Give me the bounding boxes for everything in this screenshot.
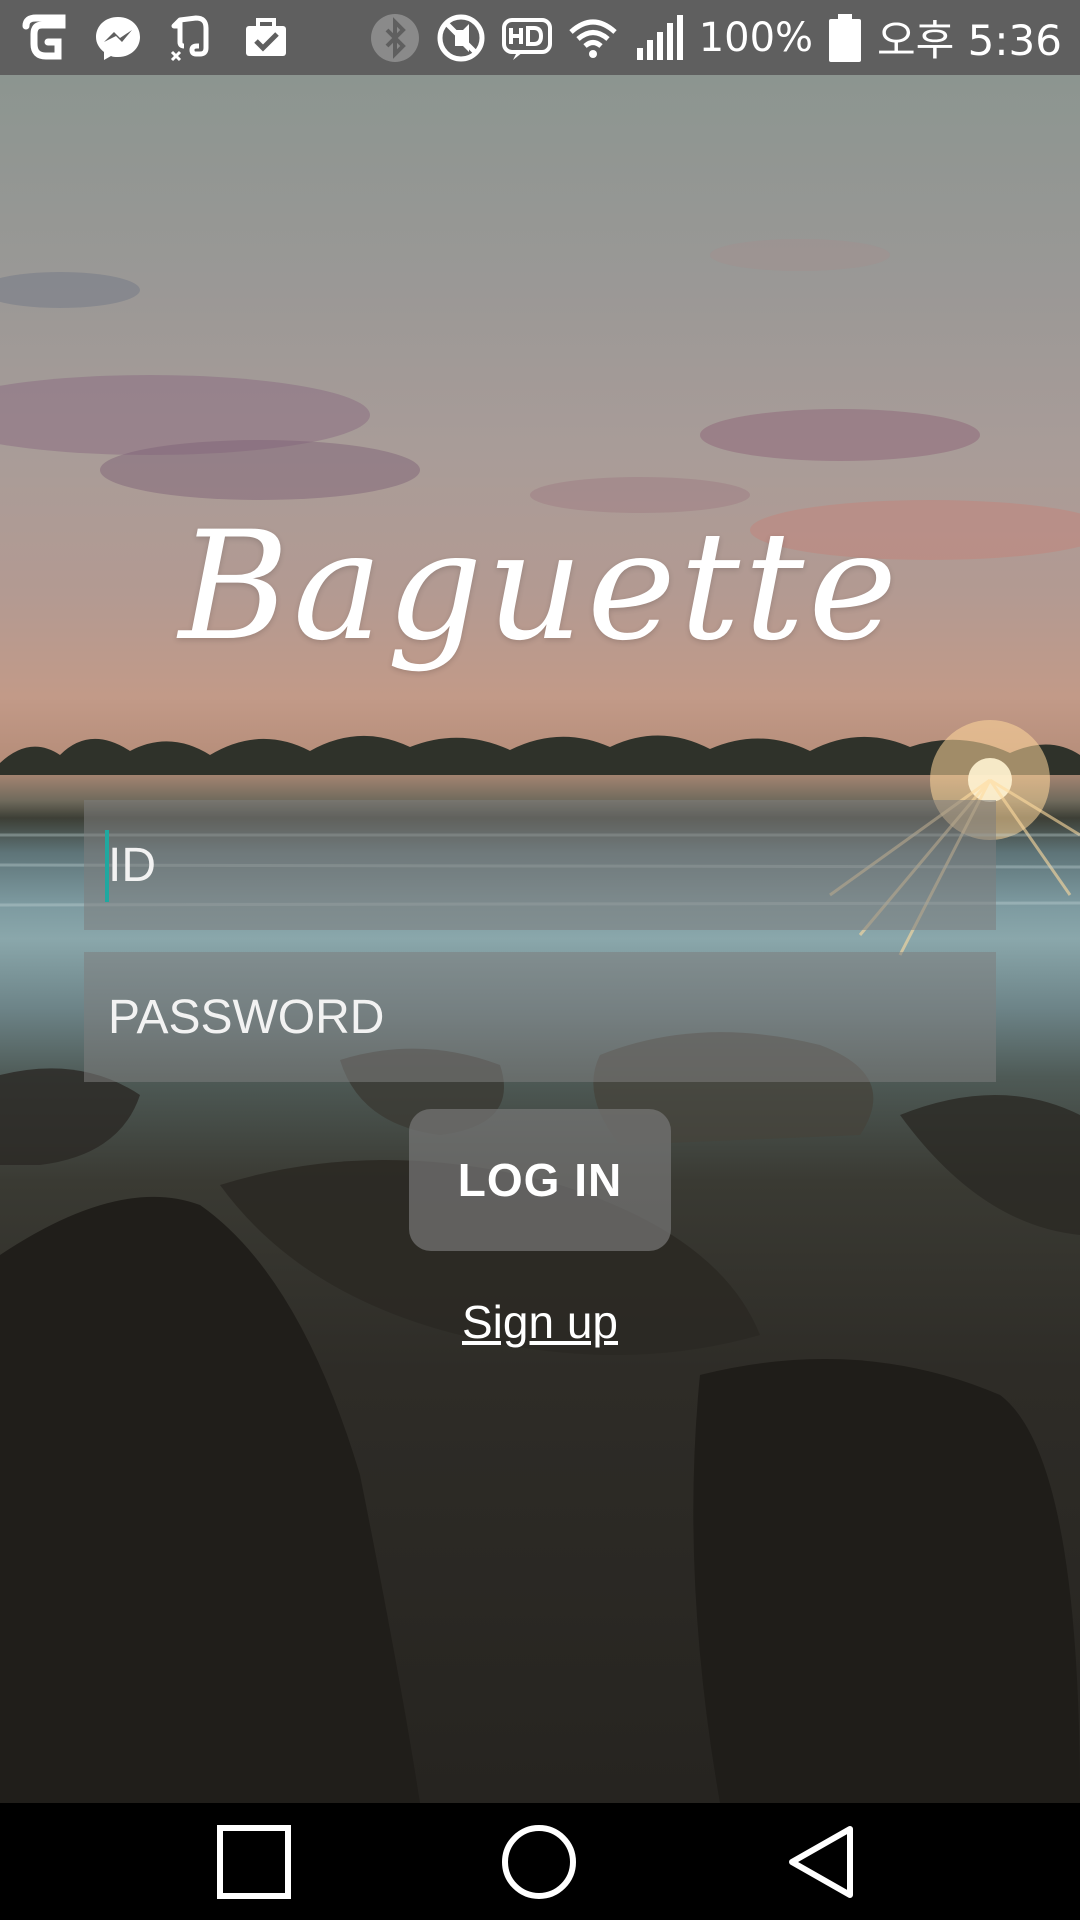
evernote-icon <box>166 12 218 64</box>
messenger-icon <box>92 12 144 64</box>
login-screen: 100% 오후 5:36 Baguette ID LOG IN Sign up <box>0 0 1080 1920</box>
triangle-back-icon <box>789 1825 853 1898</box>
hd-voice-icon <box>501 12 553 64</box>
back-button[interactable] <box>754 1803 894 1920</box>
signal-icon <box>633 12 685 64</box>
id-input[interactable] <box>106 799 996 931</box>
password-field-container[interactable] <box>84 951 996 1083</box>
login-button[interactable]: LOG IN <box>409 1109 671 1251</box>
text-cursor <box>105 830 109 902</box>
recents-button[interactable] <box>184 1803 324 1920</box>
square-icon <box>217 1824 291 1899</box>
mute-icon <box>435 12 487 64</box>
system-indicators: 100% 오후 5:36 <box>369 7 1062 68</box>
signup-link[interactable]: Sign up <box>0 1295 1080 1349</box>
bluetooth-icon <box>369 12 421 64</box>
battery-percentage: 100% <box>698 14 814 61</box>
status-bar: 100% 오후 5:36 <box>0 0 1080 75</box>
app-logo: Baguette <box>178 500 902 674</box>
password-input[interactable] <box>106 951 996 1083</box>
id-field-container[interactable] <box>84 799 996 931</box>
clock: 오후 5:36 <box>877 16 1062 65</box>
home-button[interactable] <box>469 1803 609 1920</box>
background-image <box>0 75 1080 1803</box>
briefcase-check-icon <box>240 12 292 64</box>
notification-icons <box>18 12 292 64</box>
circle-icon <box>502 1824 576 1899</box>
navigation-bar <box>0 1803 1080 1920</box>
carrier-icon <box>18 12 70 64</box>
battery-icon <box>827 12 863 64</box>
wifi-icon <box>567 12 619 64</box>
